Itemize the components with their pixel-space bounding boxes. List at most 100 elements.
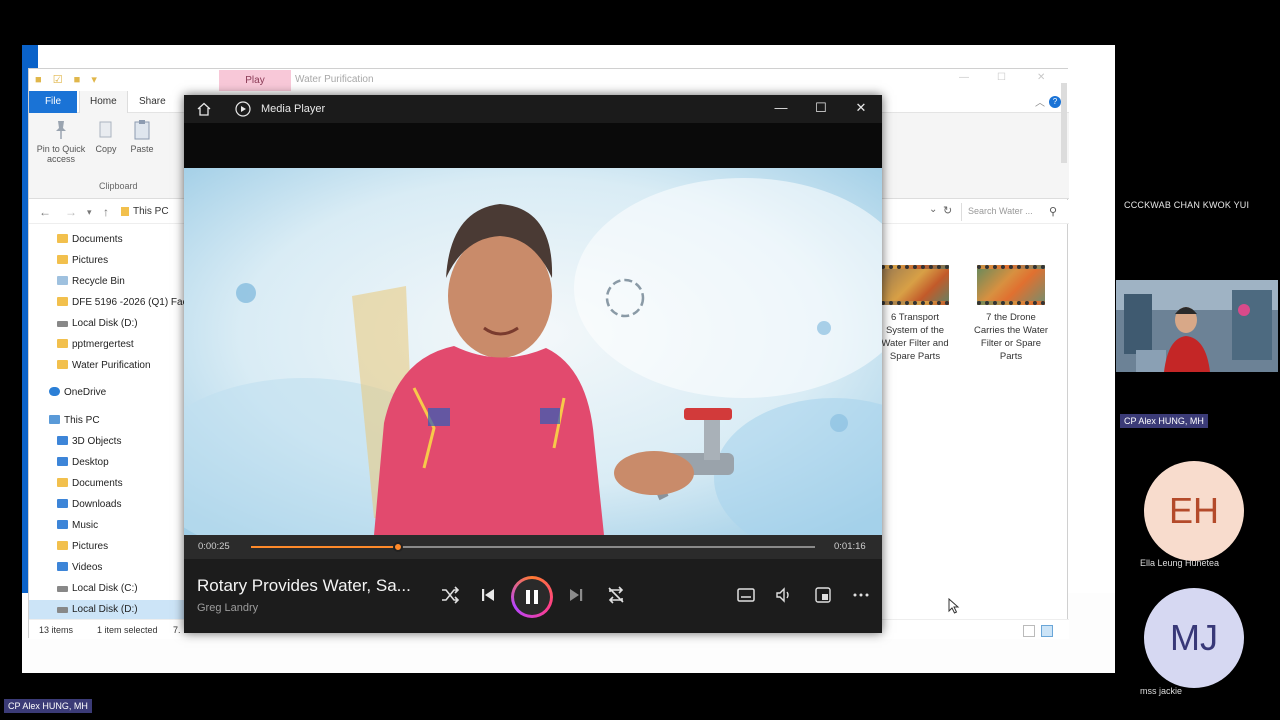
nav-item-label: Documents xyxy=(72,478,123,489)
nav-item[interactable]: Local Disk (C:) xyxy=(29,579,189,599)
nav-item-label: This PC xyxy=(64,415,100,426)
nav-item[interactable]: Pictures xyxy=(29,251,189,271)
chevron-up-icon[interactable]: ︿ xyxy=(1035,94,1045,109)
avatar[interactable]: MJ xyxy=(1144,588,1244,688)
seek-track[interactable] xyxy=(251,542,815,552)
nav-item[interactable]: Documents xyxy=(29,474,189,494)
nav-item[interactable]: Local Disk (D:) xyxy=(29,600,189,620)
minimize-icon[interactable]: — xyxy=(773,100,789,116)
selection-count: 1 item selected xyxy=(97,625,158,635)
nav-item[interactable]: Pictures xyxy=(29,537,189,557)
video-thumbnail xyxy=(977,265,1045,305)
nav-item[interactable]: DFE 5196 -2026 (Q1) Fac xyxy=(29,293,189,313)
copy-label: Copy xyxy=(95,144,117,154)
tab-file[interactable]: File xyxy=(29,91,77,113)
tab-home[interactable]: Home xyxy=(79,91,128,113)
nav-item[interactable]: Desktop xyxy=(29,453,189,473)
presenter-name: CCCKWAB CHAN KWOK YUI xyxy=(1124,200,1250,210)
nav-item-label: Local Disk (D:) xyxy=(72,604,138,615)
help-icon[interactable]: ? xyxy=(1049,96,1061,108)
nav-item-label: pptmergertest xyxy=(72,339,134,350)
maximize-icon[interactable]: ☐ xyxy=(813,100,829,116)
copy-button[interactable]: Copy xyxy=(91,119,121,154)
participant-video[interactable] xyxy=(1116,280,1278,372)
nav-item[interactable]: pptmergertest xyxy=(29,335,189,355)
home-icon[interactable] xyxy=(196,101,212,117)
elapsed-time: 0:00:25 xyxy=(198,541,230,552)
paste-button[interactable]: Paste xyxy=(127,119,157,154)
nav-item[interactable]: Water Purification xyxy=(29,356,189,376)
nav-item[interactable]: 3D Objects xyxy=(29,432,189,452)
folder-icon xyxy=(57,339,68,348)
quick-access-toolbar[interactable]: ■ ☑ ■ ▾ xyxy=(35,73,101,86)
maximize-icon[interactable]: ☐ xyxy=(997,72,1006,83)
folder-icon xyxy=(57,234,68,243)
recent-chevron-icon[interactable]: ▾ xyxy=(87,207,92,218)
file-caption: 6 Transport System of the Water Filter a… xyxy=(881,312,949,362)
close-icon[interactable]: ✕ xyxy=(853,100,869,116)
repeat-off-icon[interactable] xyxy=(604,583,628,607)
refresh-icon[interactable]: ↻ xyxy=(943,204,952,217)
search-input[interactable]: Search Water ... ⚲ xyxy=(961,203,1061,221)
details-view-icon[interactable] xyxy=(1023,625,1035,637)
nav-item[interactable]: This PC xyxy=(29,411,189,431)
video-thumbnail xyxy=(881,265,949,305)
forward-arrow-icon[interactable]: → xyxy=(65,205,77,219)
drive-icon xyxy=(57,321,68,327)
blue-icon xyxy=(57,520,68,529)
folder-icon xyxy=(121,207,129,216)
folder-icon xyxy=(57,360,68,369)
recycle-icon xyxy=(57,276,68,285)
up-arrow-icon[interactable]: ↑ xyxy=(103,205,109,219)
back-arrow-icon[interactable]: ← xyxy=(39,205,51,219)
address-dropdown-icon[interactable]: ⌄ xyxy=(929,204,937,215)
previous-icon[interactable] xyxy=(476,583,500,607)
pc-icon xyxy=(49,415,60,424)
large-icons-view-icon[interactable] xyxy=(1041,625,1053,637)
file-caption: 7 the Drone Carries the Water Filter or … xyxy=(973,312,1049,362)
volume-icon[interactable] xyxy=(772,583,796,607)
breadcrumb[interactable]: This PC xyxy=(133,206,169,217)
nav-item-label: 3D Objects xyxy=(72,436,122,447)
more-options-icon[interactable] xyxy=(849,583,873,607)
mini-player-icon[interactable] xyxy=(811,583,835,607)
file-item-drone[interactable]: 7 the Drone Carries the Water Filter or … xyxy=(971,265,1051,363)
pin-to-quick-access-button[interactable]: Pin to Quick access xyxy=(33,119,89,164)
nav-item[interactable]: Documents xyxy=(29,230,189,250)
nav-item-label: Pictures xyxy=(72,541,109,552)
meeting-window: ■ ☑ ■ ▾ Play Water Purification — ☐ ✕ Fi… xyxy=(0,0,1280,720)
contextual-tab-play[interactable]: Play xyxy=(219,70,291,91)
nav-item[interactable]: Downloads xyxy=(29,495,189,515)
seek-bar-area: 0:00:25 0:01:16 xyxy=(184,535,882,559)
video-frame[interactable] xyxy=(184,168,882,535)
navigation-pane: Documents Pictures Recycle Bin DFE 5196 -20… xyxy=(29,225,189,620)
shuffle-icon[interactable] xyxy=(438,583,462,607)
close-icon[interactable]: ✕ xyxy=(1037,72,1045,83)
nav-item[interactable]: Local Disk (D:) xyxy=(29,314,189,334)
subtitles-icon[interactable] xyxy=(734,583,758,607)
nav-item[interactable]: OneDrive xyxy=(29,383,189,403)
ribbon-scrollbar[interactable] xyxy=(1061,83,1067,163)
screen-share-owner-label: CP Alex HUNG, MH xyxy=(4,699,92,713)
pin-label: Pin to Quick access xyxy=(36,144,86,164)
cloud-icon xyxy=(49,387,60,396)
tab-share[interactable]: Share xyxy=(129,91,176,113)
item-count: 13 items xyxy=(39,625,74,635)
track-title: Rotary Provides Water, Sa... xyxy=(197,576,411,595)
copy-icon xyxy=(99,121,112,138)
media-player-icon xyxy=(235,101,251,117)
seek-handle[interactable] xyxy=(392,542,403,552)
avatar[interactable]: EH xyxy=(1144,461,1244,561)
nav-item-label: DFE 5196 -2026 (Q1) Fac xyxy=(72,297,188,308)
mouse-cursor-icon xyxy=(948,598,960,614)
nav-item[interactable]: Recycle Bin xyxy=(29,272,189,292)
minimize-icon[interactable]: — xyxy=(959,72,969,83)
explorer-title: Water Purification xyxy=(295,74,374,85)
next-icon[interactable] xyxy=(564,583,588,607)
nav-item[interactable]: Videos xyxy=(29,558,189,578)
pause-button[interactable] xyxy=(511,576,553,618)
clipboard-group-label: Clipboard xyxy=(99,181,138,191)
nav-item-label: Music xyxy=(72,520,99,531)
nav-item[interactable]: Music xyxy=(29,516,189,536)
file-item-transport[interactable]: 6 Transport System of the Water Filter a… xyxy=(875,265,955,363)
